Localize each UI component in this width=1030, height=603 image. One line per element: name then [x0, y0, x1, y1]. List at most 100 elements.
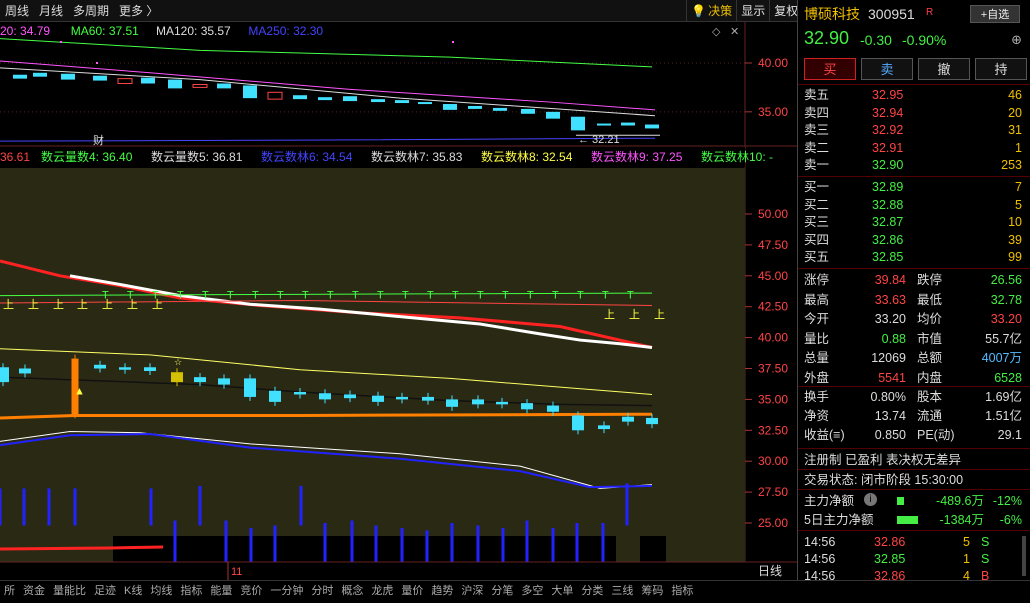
bottom-tab-12[interactable]: 龙虎 [367, 581, 397, 601]
main-candle-down [468, 105, 482, 109]
bid-volume: 5 [1015, 197, 1022, 212]
bottom-tab-13[interactable]: 量价 [397, 581, 427, 601]
close-icon[interactable]: ✕ [730, 26, 739, 38]
bottom-tab-15[interactable]: 沪深 [457, 581, 487, 601]
period-tab-3[interactable]: 更多 〉 [114, 0, 163, 22]
signal-t-mark: T [527, 289, 534, 301]
diamond-icon[interactable]: ◇ [712, 26, 721, 38]
bottom-tab-17[interactable]: 多空 [517, 581, 547, 601]
warning-marker: ▲ [74, 385, 85, 397]
main-candle-down [318, 97, 332, 101]
ask-label: 卖一 [804, 158, 830, 172]
bottom-tab-bar: 所资金 量能比 足迹 K线 均线 指标 能量 竞价 一分钟 分时 概念 龙虎 量价 趋势 沪深 分笔 多空 大单分… [0, 580, 1030, 603]
info-icon[interactable]: i [864, 493, 877, 506]
toolbar-button-1[interactable]: 显示 [736, 0, 769, 22]
signal-up-mark: 上 [3, 298, 14, 311]
indicator-candle [472, 399, 484, 405]
bottom-tab-10[interactable]: 分时 [307, 581, 337, 601]
signal-t-mark: T [627, 289, 634, 301]
main-candle-down [493, 107, 507, 111]
toolbar-button-label: 决策 [708, 4, 733, 18]
ask-volume: 253 [1001, 158, 1022, 172]
bottom-tab-2[interactable]: 量能比 [49, 581, 90, 601]
signal-dot [96, 62, 98, 64]
bid-price: 32.88 [872, 197, 904, 212]
signal-up-mark: 上 [77, 298, 88, 311]
indicator-axis-label: 27.50 [758, 485, 788, 499]
bid-volume: 10 [1008, 215, 1022, 229]
toolbar-button-label: 复权 [774, 4, 799, 18]
period-tab-2[interactable]: 多周期 [68, 0, 114, 22]
bottom-tab-8[interactable]: 竞价 [236, 581, 266, 601]
period-label[interactable]: 日线 [758, 564, 782, 578]
ask-label: 卖四 [804, 105, 830, 120]
bottom-tab-4[interactable]: K线 [120, 581, 146, 601]
bottom-tab-7[interactable]: 能量 [206, 581, 236, 601]
bottom-tab-6[interactable]: 指标 [176, 581, 206, 601]
bottom-tab-20[interactable]: 三线 [607, 581, 637, 601]
trade-button-1[interactable]: 卖 [861, 58, 913, 80]
separator [798, 176, 1030, 177]
bid-price: 32.87 [872, 215, 904, 229]
watchlist-button[interactable]: +自选 [970, 5, 1020, 23]
bottom-tab-3[interactable]: 足迹 [90, 581, 120, 601]
kline-chart[interactable]: 20: 34.79 MA60: 37.51 MA120: 35.57 MA250: 3… [0, 22, 797, 582]
toolbar-button-0[interactable]: 💡 决策 [686, 0, 736, 22]
bottom-tab-21[interactable]: 筹码 [637, 581, 667, 601]
main-candle-down [395, 100, 409, 104]
indicator-candle [294, 391, 306, 395]
tick-side: B [981, 569, 990, 580]
bottom-tab-0[interactable]: 所 [0, 581, 19, 601]
indicator-legend-item: 数云数林6: 34.54 [261, 149, 353, 164]
stat-value: 0.88 [881, 331, 906, 346]
bottom-tab-16[interactable]: 分笔 [487, 581, 517, 601]
main-flow5-pct: -6% [999, 513, 1022, 527]
indicator-axis-label: 37.50 [758, 362, 788, 376]
indicator-legend-item: 数云数林9: 37.25 [591, 149, 683, 164]
stat-value: 6528 [994, 370, 1022, 385]
stat-value: 1.51亿 [985, 409, 1022, 423]
bid-volume: 7 [1015, 180, 1022, 194]
bottom-tab-18[interactable]: 大单 [547, 581, 577, 601]
chart-area[interactable]: 20: 34.79 MA60: 37.51 MA120: 35.57 MA250: 3… [0, 22, 797, 582]
lightbulb-icon: 💡 [691, 4, 707, 18]
period-tab-0[interactable]: 周线 [0, 0, 34, 22]
trade-button-2[interactable]: 撤 [918, 58, 970, 80]
bottom-tab-5[interactable]: 均线 [146, 581, 176, 601]
indicator-candle [496, 401, 508, 405]
finance-marker[interactable]: 财 [93, 133, 104, 147]
price-change: -0.30 [860, 32, 892, 48]
signal-dot [60, 41, 62, 43]
tick-scrollbar[interactable] [1022, 536, 1026, 576]
pin-icon[interactable]: ⊕ [1011, 32, 1022, 48]
main-flow5-bar [897, 516, 918, 524]
stat-label: 市值 [917, 331, 943, 346]
trade-button-label: 卖 [880, 62, 894, 77]
stat-value: 1.69亿 [985, 390, 1022, 404]
indicator-axis-label: 35.00 [758, 392, 788, 406]
stat-label: 流通 [917, 409, 943, 423]
trade-button-label: 买 [823, 62, 837, 77]
period-tab-1[interactable]: 月线 [34, 0, 68, 22]
indicator-legend-item: 数云量数5: 36.81 [151, 149, 243, 164]
bottom-tab-1[interactable]: 资金 [19, 581, 49, 601]
trade-button-0[interactable]: 买 [804, 58, 856, 80]
bottom-tab-19[interactable]: 分类 [577, 581, 607, 601]
main-candle-down [243, 85, 257, 99]
main-candle-down [571, 116, 585, 131]
indicator-candle [547, 405, 559, 412]
signal-t-mark: T [252, 289, 259, 301]
bottom-tab-22[interactable]: 指标 [667, 581, 697, 601]
separator [798, 469, 1030, 470]
signal-t-mark: T [277, 289, 284, 301]
bottom-tab-14[interactable]: 趋势 [427, 581, 457, 601]
trade-button-3[interactable]: 持 [975, 58, 1027, 80]
stat-label: 内盘 [917, 370, 943, 385]
signal-up-mark: 上 [53, 298, 64, 311]
bottom-tab-9[interactable]: 一分钟 [266, 581, 307, 601]
indicator-candle [94, 364, 106, 369]
bottom-tab-11[interactable]: 概念 [337, 581, 367, 601]
indicator-axis-label: 40.00 [758, 331, 788, 345]
bid-price: 32.85 [872, 250, 904, 264]
ask-price: 32.92 [872, 123, 904, 137]
